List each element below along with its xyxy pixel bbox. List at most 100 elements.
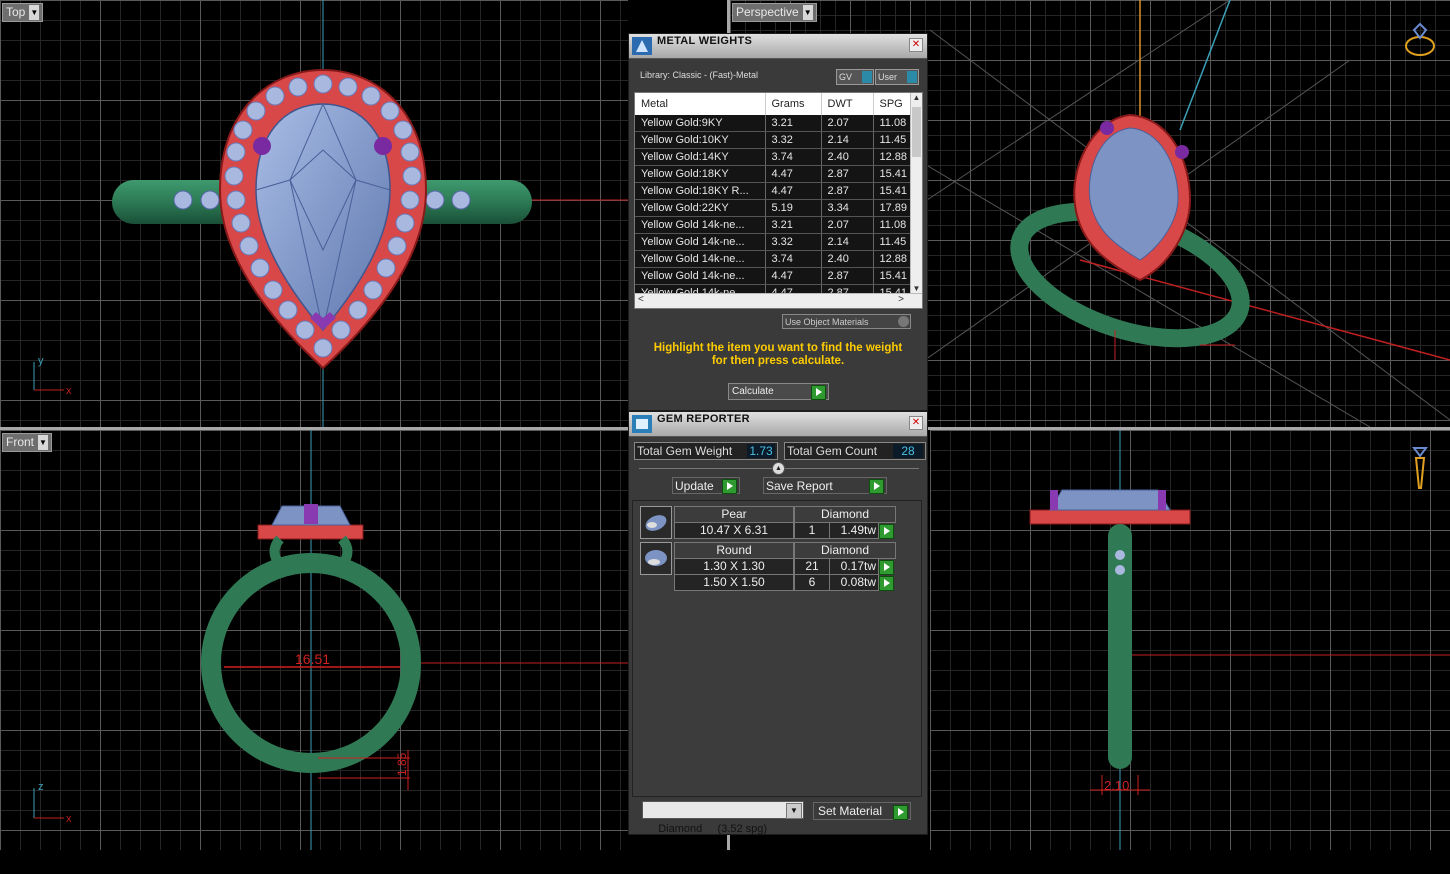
viewport-top[interactable]: y x Top ▼ [0,0,628,427]
table-row[interactable]: Yellow Gold:14KY 3.74 2.40 12.88 [635,148,912,166]
hint-line-1: Highlight the item you want to find the … [653,342,903,354]
close-icon[interactable]: ✕ [909,38,923,52]
metal-weights-panel: METAL WEIGHTS ✕ Library: Classic - (Fast… [628,33,928,411]
table-horizontal-scrollbar[interactable]: < > [635,293,922,308]
chevron-down-icon[interactable]: ▼ [29,5,40,20]
material-select[interactable]: Diamond (3.52 spg) ▼ [642,801,804,835]
column-header[interactable]: Grams [765,93,822,115]
axis-z-label: z [38,781,44,793]
chevron-down-icon[interactable]: ▼ [802,5,813,20]
gem-shape-cell: Round [674,542,794,559]
calculate-button[interactable]: Calculate [728,383,829,400]
gem-material-cell: Diamond [794,542,896,559]
play-icon [722,479,737,494]
total-gem-weight-value: 1.73 [747,444,775,458]
table-row[interactable]: Yellow Gold:10KY 3.32 2.14 11.45 [635,131,912,149]
save-report-button[interactable]: Save Report [763,477,887,494]
play-icon [879,576,894,591]
gem-count-cell: 1 [794,522,830,539]
table-row[interactable]: Yellow Gold:22KY 5.19 3.34 17.89 [635,199,912,217]
thickness-dimension: 1.85 [395,752,409,776]
gv-toggle[interactable]: GV [836,69,874,85]
user-label: User [878,72,898,82]
close-icon[interactable]: ✕ [909,416,923,430]
gem-thumbnail-pear[interactable] [640,506,672,539]
total-gem-count-label: Total Gem Count [787,444,878,458]
top-view-model: y x [33,0,628,427]
table-row[interactable]: Yellow Gold 14k-ne...4.472.8715.41 [635,267,912,285]
use-object-materials-label: Use Object Materials [785,317,869,327]
chevron-down-icon[interactable]: ▼ [38,435,49,450]
total-gem-weight: Total Gem Weight 1.73 [634,442,778,460]
viewport-front[interactable]: 16.51 1.85 z x Front ▼ [0,430,628,850]
table-header-row: Metal Grams DWT SPG [635,93,912,115]
viewport-top-menu[interactable]: Top ▼ [2,3,44,22]
metal-weights-title: METAL WEIGHTS [657,35,753,47]
total-gem-weight-label: Total Gem Weight [637,444,733,458]
gem-thumbnail-round[interactable] [640,542,672,575]
user-toggle[interactable]: User [875,69,919,85]
gem-list: Pear Diamond 10.47 X 6.31 1 1.49tw Round… [632,500,922,797]
diameter-dimension: 16.51 [295,651,330,667]
collapse-up-icon[interactable]: ▲ [772,462,785,475]
use-object-materials-button[interactable]: Use Object Materials [782,314,911,329]
axis-x-label: x [66,385,72,397]
hint-line-2: for then press calculate. [711,355,845,367]
library-label: Library: Classic - (Fast)-Metal [640,70,759,80]
column-header[interactable]: DWT [821,93,874,115]
table-vertical-scrollbar[interactable]: ▲ ▼ [910,93,922,293]
table-row[interactable]: Yellow Gold 14k-ne... 3.32 2.14 11.45 [635,233,912,251]
play-icon [893,805,908,820]
metal-weights-titlebar[interactable]: METAL WEIGHTS ✕ [629,34,927,59]
gem-reporter-icon [632,415,652,433]
update-button[interactable]: Update [672,477,740,494]
table-row[interactable]: Yellow Gold 14k-ne... 3.21 2.07 11.08 [635,216,912,234]
gem-count-cell: 6 [794,574,830,591]
front-view-model: 16.51 1.85 z x [33,430,628,850]
gem-count-cell: 21 [794,558,830,575]
gem-tool-icon[interactable] [1408,442,1432,492]
metal-weights-icon [632,37,652,55]
table-row[interactable]: Yellow Gold 14k-ne... 3.74 2.40 12.88 [635,250,912,268]
calculate-hint: Highlight the item you want to find the … [629,342,927,368]
column-header[interactable]: Metal [635,93,766,115]
gem-reporter-titlebar[interactable]: GEM REPORTER ✕ [629,412,927,437]
gem-material-cell: Diamond [794,506,896,523]
gem-weight-cell: 0.08tw [829,574,879,591]
column-header[interactable]: SPG [873,93,912,115]
viewport-front-menu[interactable]: Front ▼ [2,433,53,452]
right-view-model: 2.10 [1029,430,1450,850]
axis-x-label-front: x [66,813,72,825]
axis-y-label: y [38,355,44,367]
select-gem-button[interactable] [879,575,895,591]
viewport-top-label: Top [6,5,26,19]
calculate-label: Calculate [732,386,774,397]
gem-weight-cell: 0.17tw [829,558,879,575]
table-row[interactable]: Yellow Gold:9KY 3.21 2.07 11.08 [635,115,912,132]
ring-navigator-icon[interactable] [1402,22,1438,58]
total-gem-count: Total Gem Count 28 [784,442,926,460]
width-dimension: 2.10 [1104,778,1129,793]
set-material-button[interactable]: Set Material [813,802,911,820]
total-gem-count-value: 28 [893,444,923,458]
play-icon [879,524,894,539]
gem-reporter-title: GEM REPORTER [657,413,750,425]
update-label: Update [675,479,714,493]
metal-weights-table[interactable]: Metal Grams DWT SPG Yellow Gold:9KY 3.21 2… [634,92,923,309]
gv-label: GV [839,72,853,82]
select-gem-button[interactable] [879,523,895,539]
viewport-right[interactable]: 2.10 [930,430,1450,850]
table-row[interactable]: Yellow Gold:18KY 4.47 2.87 15.41 [635,165,912,183]
gem-size-cell: 1.30 X 1.30 [674,558,794,575]
select-gem-button[interactable] [879,559,895,575]
gem-reporter-panel: GEM REPORTER ✕ Total Gem Weight 1.73 Tot… [628,411,928,835]
set-material-label: Set Material [818,804,883,818]
table-row[interactable]: Yellow Gold:18KY R... 4.47 2.87 15.41 [635,182,912,200]
gem-size-cell: 10.47 X 6.31 [674,522,794,539]
viewport-front-label: Front [6,435,35,449]
chevron-down-icon[interactable]: ▼ [786,803,802,819]
gem-weight-cell: 1.49tw [829,522,879,539]
viewport-perspective-menu[interactable]: Perspective ▼ [732,3,817,22]
gem-shape-cell: Pear [674,506,794,523]
play-icon [811,385,826,400]
